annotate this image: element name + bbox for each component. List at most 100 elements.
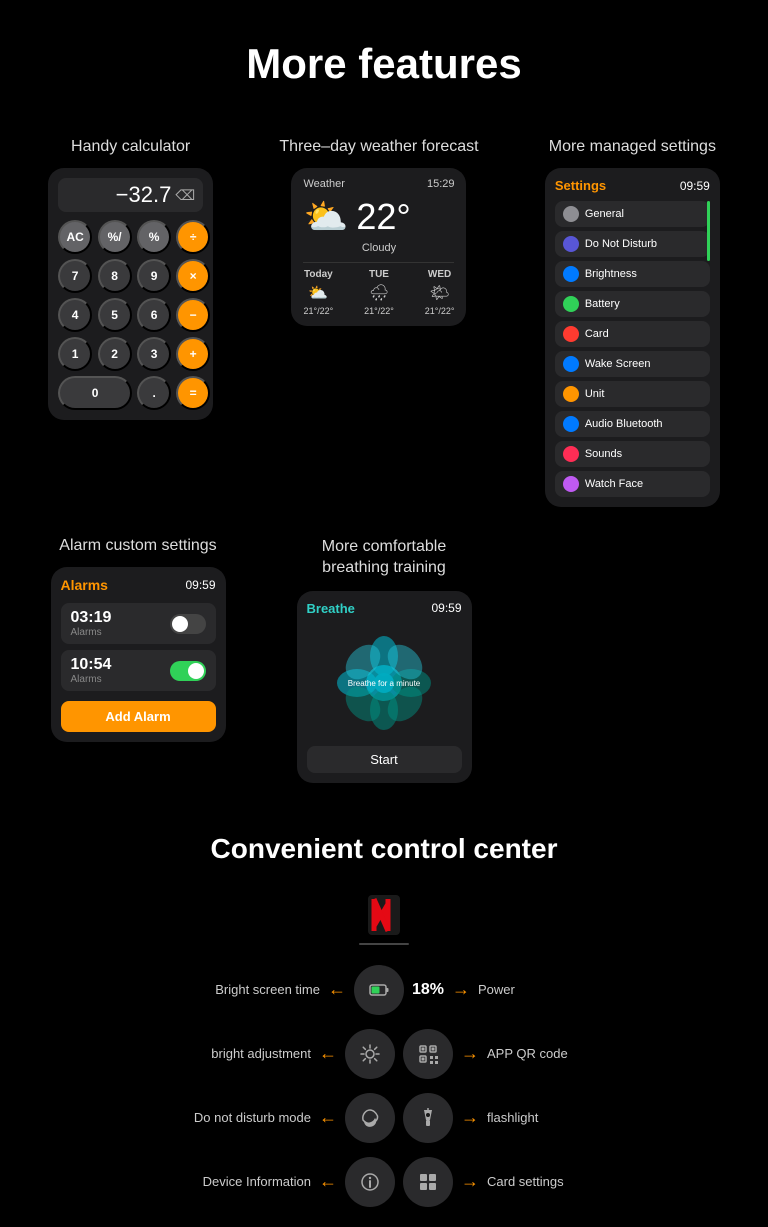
settings-header: Settings 09:59 [555, 178, 710, 193]
settings-item-general[interactable]: General [555, 201, 710, 227]
weather-block: Three–day weather forecast Weather 15:29… [279, 138, 478, 326]
calc-btn-9[interactable]: 9 [137, 259, 171, 293]
calc-btn-div[interactable]: ÷ [176, 220, 210, 254]
calc-btn-sub[interactable]: − [176, 298, 210, 332]
weather-day-tue: TUE 🌧 21°/22° [364, 269, 394, 316]
calc-btn-pct-div[interactable]: %/ [98, 220, 132, 254]
cc-label-dnd: Do not disturb mode [151, 1110, 311, 1125]
settings-icon-sounds [563, 446, 579, 462]
settings-icon-watchface [563, 476, 579, 492]
settings-icon-battery [563, 296, 579, 312]
calc-btn-1[interactable]: 1 [58, 337, 92, 371]
calc-backspace-icon[interactable]: ⌫ [175, 187, 195, 204]
cc-btn-card-settings[interactable] [403, 1157, 453, 1207]
calc-btn-dot[interactable]: . [137, 376, 171, 410]
settings-item-dnd[interactable]: Do Not Disturb [555, 231, 710, 257]
calc-display: −32.7 ⌫ [58, 178, 203, 212]
settings-item-brightness[interactable]: Brightness [555, 261, 710, 287]
settings-item-card[interactable]: Card [555, 321, 710, 347]
calc-btn-pct[interactable]: % [137, 220, 171, 254]
cc-label-bright-screen: Bright screen time [160, 982, 320, 997]
settings-item-sounds[interactable]: Sounds [555, 441, 710, 467]
weather-header: Weather 15:29 [303, 178, 454, 190]
cc-label-bright-adj: bright adjustment [151, 1046, 311, 1061]
breathing-start-button[interactable]: Start [307, 746, 462, 773]
settings-icon-unit [563, 386, 579, 402]
calc-btn-mul[interactable]: × [176, 259, 210, 293]
cc-btn-info[interactable] [345, 1157, 395, 1207]
breathing-title: Breathe [307, 601, 355, 616]
calc-btn-ac[interactable]: AC [58, 220, 92, 254]
features-top-row: Handy calculator −32.7 ⌫ AC %/ % ÷ 7 8 9… [0, 138, 768, 507]
cc-btn-flashlight[interactable] [403, 1093, 453, 1143]
calc-btn-4[interactable]: 4 [58, 298, 92, 332]
alarm-toggle-off[interactable] [170, 614, 206, 634]
weather-widget: Weather 15:29 ⛅ 22° Cloudy Today ⛅ 21°/2… [291, 168, 466, 326]
calc-btn-3[interactable]: 3 [137, 337, 171, 371]
cc-btn-moon[interactable] [345, 1093, 395, 1143]
settings-icon-brightness [563, 266, 579, 282]
cc-row-2: Do not disturb mode ← [20, 1093, 748, 1143]
control-center-divider [359, 943, 409, 945]
weather-main: ⛅ 22° [303, 196, 454, 238]
settings-item-battery[interactable]: Battery [555, 291, 710, 317]
cc-arrow-left-0: ← [328, 979, 346, 1000]
calc-btn-eq[interactable]: = [176, 376, 210, 410]
breathing-header: Breathe 09:59 [307, 601, 462, 616]
calc-btn-add[interactable]: + [176, 337, 210, 371]
page-title: More features [0, 0, 768, 138]
cc-row-0: Bright screen time ← 18% → Power [20, 965, 748, 1015]
settings-widget: Settings 09:59 General Do Not Disturb Br… [545, 168, 720, 507]
settings-item-unit[interactable]: Unit [555, 381, 710, 407]
breathing-widget: Breathe 09:59 Breathe for a minute [297, 591, 472, 783]
alarm-item-1054: 10:54 Alarms [61, 650, 216, 691]
calculator-block: Handy calculator −32.7 ⌫ AC %/ % ÷ 7 8 9… [48, 138, 213, 420]
cc-arrow-left-1: ← [319, 1043, 337, 1064]
weather-day-wed: WED 🌤 21°/22° [425, 269, 455, 316]
cc-label-flashlight: flashlight [487, 1110, 617, 1125]
settings-icon-general [563, 206, 579, 222]
calc-btn-7[interactable]: 7 [58, 259, 92, 293]
cc-arrow-right-2: → [461, 1107, 479, 1128]
alarm-time: 09:59 [185, 578, 215, 592]
weather-desc: Cloudy [303, 242, 454, 254]
weather-title: Weather [303, 178, 344, 190]
settings-item-bluetooth[interactable]: Audio Bluetooth [555, 411, 710, 437]
cc-label-power: Power [478, 982, 608, 997]
calculator-widget: −32.7 ⌫ AC %/ % ÷ 7 8 9 × 4 5 6 − 1 2 3 … [48, 168, 213, 420]
settings-item-wakescreen[interactable]: Wake Screen [555, 351, 710, 377]
cc-btn-battery[interactable] [354, 965, 404, 1015]
toggle-knob-on [188, 663, 204, 679]
cc-btn-brightness[interactable] [345, 1029, 395, 1079]
cc-arrow-right-3: → [461, 1171, 479, 1192]
settings-icon-bluetooth [563, 416, 579, 432]
calc-btn-6[interactable]: 6 [137, 298, 171, 332]
settings-icon-dnd [563, 236, 579, 252]
control-center-content: Bright screen time ← 18% → Power bright … [20, 895, 748, 1207]
calc-btn-5[interactable]: 5 [98, 298, 132, 332]
cc-row-1: bright adjustment ← [20, 1029, 748, 1079]
cc-label-device-info: Device Information [151, 1174, 311, 1189]
weather-temp: 22° [356, 196, 410, 238]
control-center-section: Convenient control center Bright screen … [0, 793, 768, 1227]
alarm-toggle-on[interactable] [170, 661, 206, 681]
calc-btn-0[interactable]: 0 [58, 376, 132, 410]
cc-percent-value: 18% [412, 981, 444, 999]
calculator-label: Handy calculator [71, 138, 190, 156]
breathing-time: 09:59 [431, 601, 461, 615]
svg-text:Breathe for a minute: Breathe for a minute [348, 679, 421, 688]
add-alarm-button[interactable]: Add Alarm [61, 701, 216, 732]
settings-icon-card [563, 326, 579, 342]
weather-label: Three–day weather forecast [279, 138, 478, 156]
weather-day-today: Today ⛅ 21°/22° [303, 269, 333, 316]
control-center-rows: Bright screen time ← 18% → Power bright … [20, 965, 748, 1207]
cc-btn-qrcode[interactable] [403, 1029, 453, 1079]
cc-row-3: Device Information ← [20, 1157, 748, 1207]
settings-item-watchface[interactable]: Watch Face [555, 471, 710, 497]
weather-time: 15:29 [427, 178, 455, 190]
cc-arrow-right-1: → [461, 1043, 479, 1064]
settings-list: General Do Not Disturb Brightness Batter… [555, 201, 710, 497]
calc-btn-2[interactable]: 2 [98, 337, 132, 371]
calc-btn-8[interactable]: 8 [98, 259, 132, 293]
alarm-block: Alarm custom settings Alarms 09:59 03:19… [51, 537, 226, 742]
